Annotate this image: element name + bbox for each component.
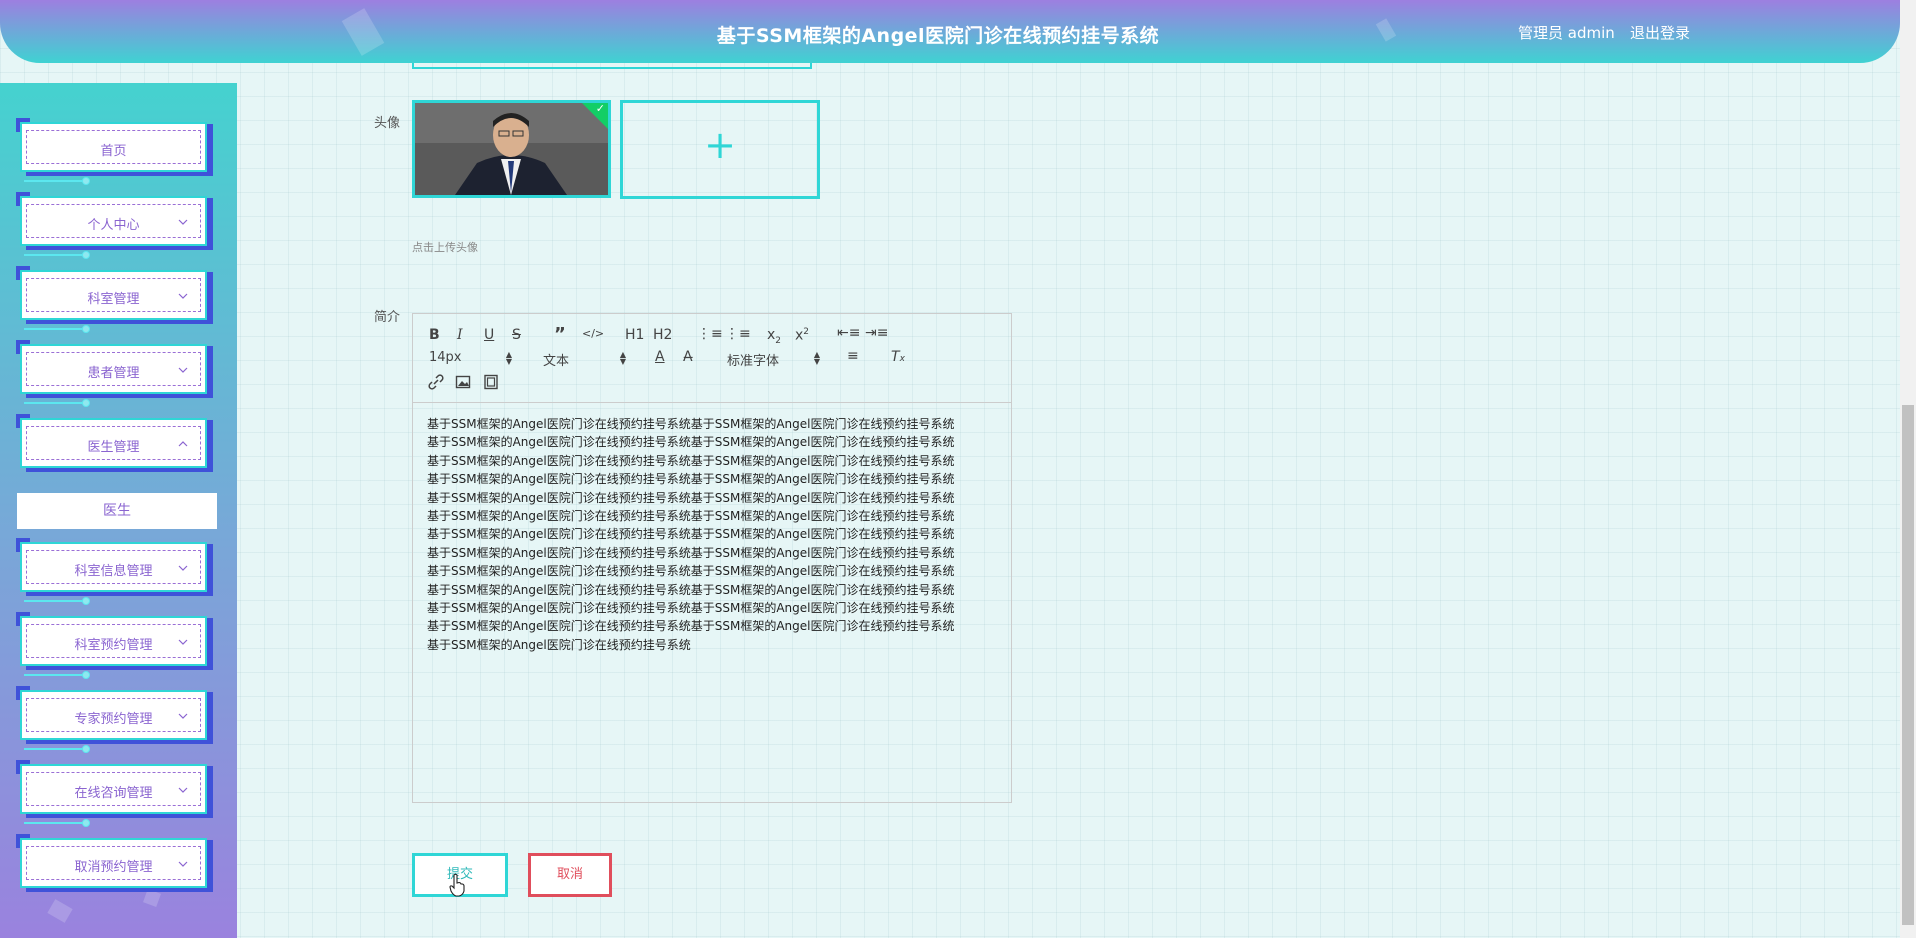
content-line: 基于SSM框架的Angel医院门诊在线预约挂号系统 [427, 637, 691, 652]
chevron-down-icon [178, 787, 188, 793]
page-scrollbar[interactable] [1900, 0, 1916, 938]
link-icon[interactable] [428, 374, 444, 390]
clear-format-icon[interactable]: Tx [891, 349, 905, 365]
scrollbar-thumb[interactable] [1902, 405, 1914, 925]
previous-field-bottom [412, 63, 812, 69]
align-icon[interactable]: ≡ [847, 348, 859, 364]
content-line: 基于SSM框架的Angel医院门诊在线预约挂号系统基于SSM框架的Angel医院… [427, 453, 955, 468]
chevron-down-icon [178, 293, 188, 299]
check-icon: ✓ [595, 102, 605, 115]
font-size-value: 14px [429, 350, 462, 365]
select-arrows-icon: ▲ ▼ [505, 350, 512, 366]
sidebar-item-home[interactable]: 首页 [16, 118, 213, 185]
heading1-icon[interactable]: H1 [625, 327, 644, 343]
plus-icon: + [704, 123, 736, 167]
sidebar-item-department-info[interactable]: 科室信息管理 [16, 538, 213, 605]
hand-cursor-icon [449, 873, 465, 897]
content-line: 基于SSM框架的Angel医院门诊在线预约挂号系统基于SSM框架的Angel医院… [427, 472, 955, 487]
avatar-thumbnail[interactable]: ✓ [412, 100, 611, 198]
avatar-upload-button[interactable]: + [620, 100, 820, 199]
cancel-button[interactable]: 取消 [528, 853, 612, 897]
outdent-icon[interactable]: ⇤≡ [837, 325, 860, 341]
logout-link[interactable]: 退出登录 [1630, 22, 1690, 43]
indent-icon[interactable]: ⇥≡ [865, 325, 888, 341]
content-line: 基于SSM框架的Angel医院门诊在线预约挂号系统基于SSM框架的Angel医院… [427, 417, 955, 431]
code-block-icon[interactable]: </> [582, 327, 604, 340]
font-size-select[interactable]: 14px ▲ ▼ [429, 350, 512, 366]
avatar-label: 头像 [374, 116, 401, 131]
content-line: 基于SSM框架的Angel医院门诊在线预约挂号系统基于SSM框架的Angel医院… [427, 527, 955, 542]
heading2-icon[interactable]: H2 [653, 327, 672, 343]
content-line: 基于SSM框架的Angel医院门诊在线预约挂号系统基于SSM框架的Angel医院… [427, 619, 955, 634]
video-icon[interactable] [483, 374, 499, 390]
ordered-list-icon[interactable]: ⋮≡ [697, 326, 723, 342]
blockquote-icon[interactable]: ” [554, 324, 566, 345]
format-value: 文本 [543, 354, 570, 369]
chevron-up-icon [178, 441, 188, 447]
sidebar-decoration [47, 899, 73, 923]
sidebar: 首页 个人中心 科室管理 患者管理 医生管理 医生 科室信息管理 科室预约管理 … [0, 83, 237, 938]
superscript-icon[interactable]: x2 [795, 327, 809, 344]
sidebar-item-label: 首页 [100, 144, 127, 159]
bold-icon[interactable]: B [429, 327, 440, 343]
sidebar-subitem-doctor[interactable]: 医生 [17, 493, 217, 529]
content-line: 基于SSM框架的Angel医院门诊在线预约挂号系统基于SSM框架的Angel医院… [427, 582, 955, 597]
chevron-down-icon [178, 565, 188, 571]
sidebar-item-doctor[interactable]: 医生管理 [16, 414, 213, 474]
sidebar-item-department-booking[interactable]: 科室预约管理 [16, 612, 213, 679]
sidebar-item-expert-booking[interactable]: 专家预约管理 [16, 686, 213, 753]
format-select[interactable]: 文本 ▲ ▼ [543, 350, 626, 370]
chevron-down-icon [178, 861, 188, 867]
chevron-down-icon [178, 713, 188, 719]
content-line: 基于SSM框架的Angel医院门诊在线预约挂号系统基于SSM框架的Angel医院… [427, 490, 955, 505]
avatar-photo [415, 103, 608, 195]
current-user: 管理员 admin [1518, 24, 1615, 42]
chevron-down-icon [178, 219, 188, 225]
background-color-icon[interactable]: A̶ [683, 349, 693, 365]
select-arrows-icon: ▲ ▼ [813, 350, 820, 366]
strikethrough-icon[interactable]: S [512, 327, 521, 343]
sidebar-item-online-consult[interactable]: 在线咨询管理 [16, 760, 213, 827]
chevron-down-icon [178, 639, 188, 645]
content-line: 基于SSM框架的Angel医院门诊在线预约挂号系统基于SSM框架的Angel医院… [427, 601, 955, 616]
font-family-value: 标准字体 [727, 354, 780, 369]
top-header: 基于SSM框架的Angel医院门诊在线预约挂号系统 管理员 admin 退出登录 [0, 0, 1900, 63]
select-arrows-icon: ▲ ▼ [619, 350, 626, 366]
chevron-down-icon [178, 367, 188, 373]
sidebar-item-department[interactable]: 科室管理 [16, 266, 213, 333]
underline-icon[interactable]: U [484, 327, 494, 343]
content-line: 基于SSM框架的Angel医院门诊在线预约挂号系统基于SSM框架的Angel医院… [427, 564, 955, 579]
italic-icon[interactable]: I [457, 327, 463, 343]
content-line: 基于SSM框架的Angel医院门诊在线预约挂号系统基于SSM框架的Angel医院… [427, 435, 955, 450]
rich-text-editor[interactable]: B I U S ” </> H1 H2 ⋮≡ ⋮≡ x2 x2 ⇤≡ ⇥≡ 14… [412, 313, 1012, 803]
font-family-select[interactable]: 标准字体 ▲ ▼ [727, 350, 820, 370]
editor-content[interactable]: 基于SSM框架的Angel医院门诊在线预约挂号系统基于SSM框架的Angel医院… [427, 415, 997, 654]
sidebar-item-cancel-booking[interactable]: 取消预约管理 [16, 834, 213, 894]
upload-tip: 点击上传头像 [412, 241, 478, 254]
content-line: 基于SSM框架的Angel医院门诊在线预约挂号系统基于SSM框架的Angel医院… [427, 545, 955, 560]
sidebar-item-patient[interactable]: 患者管理 [16, 340, 213, 407]
content-line: 基于SSM框架的Angel医院门诊在线预约挂号系统基于SSM框架的Angel医院… [427, 509, 955, 524]
font-color-icon[interactable]: A [655, 349, 665, 365]
intro-label: 简介 [374, 310, 401, 325]
bullet-list-icon[interactable]: ⋮≡ [725, 326, 751, 342]
image-icon[interactable] [455, 374, 471, 390]
editor-toolbar: B I U S ” </> H1 H2 ⋮≡ ⋮≡ x2 x2 ⇤≡ ⇥≡ 14… [413, 314, 1011, 403]
sidebar-item-personal-center[interactable]: 个人中心 [16, 192, 213, 259]
subscript-icon[interactable]: x2 [767, 327, 781, 346]
